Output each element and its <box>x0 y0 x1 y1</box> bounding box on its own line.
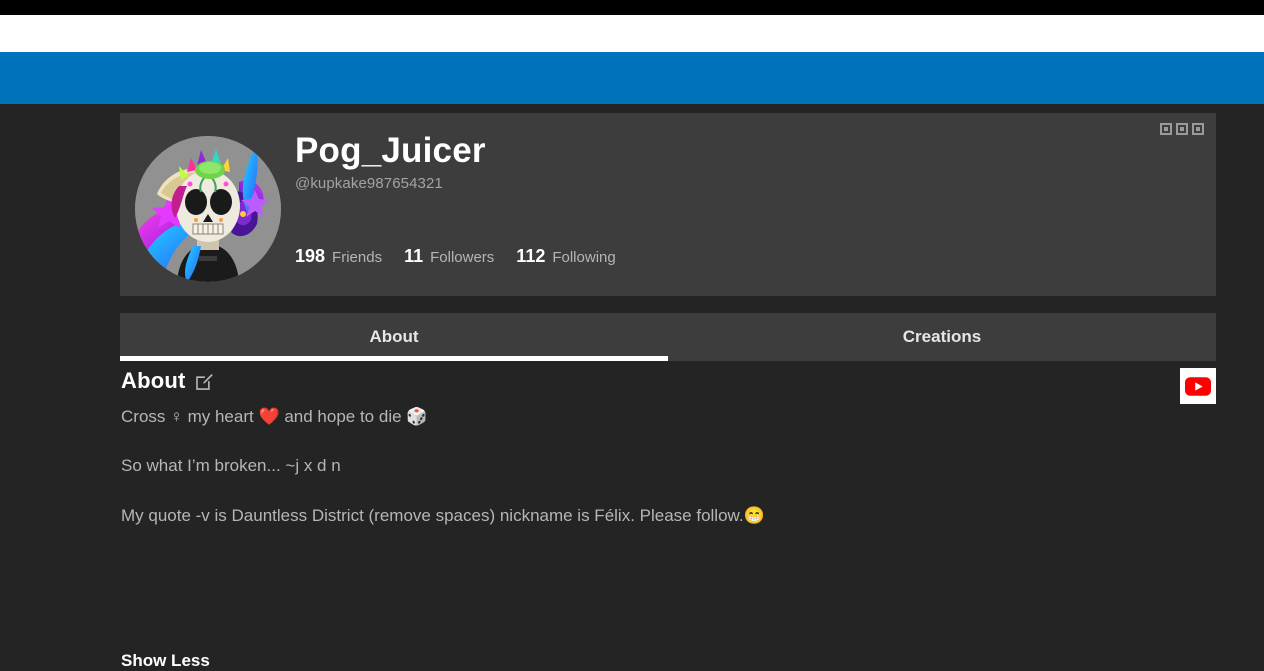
profile-stats: 198 Friends 11 Followers 112 Following <box>295 246 616 267</box>
avatar[interactable] <box>135 136 281 282</box>
edit-pencil-icon[interactable] <box>195 372 214 391</box>
stat-friends-value: 198 <box>295 246 326 266</box>
tab-creations[interactable]: Creations <box>668 313 1216 361</box>
browser-toolbar <box>0 15 1264 52</box>
stat-followers-value: 11 <box>404 246 424 266</box>
site-header-bar: ku <box>0 52 1264 135</box>
more-options-icon[interactable] <box>1160 123 1204 135</box>
profile-handle: @kupkake987654321 <box>295 175 443 193</box>
stat-followers[interactable]: 11 Followers <box>404 246 494 267</box>
more-options-dot-1 <box>1160 123 1172 135</box>
youtube-icon <box>1185 376 1211 396</box>
profile-card: Pog_Juicer @kupkake987654321 198 Friends… <box>120 113 1216 296</box>
tab-about-label: About <box>369 327 419 346</box>
stat-following-value: 112 <box>516 246 546 266</box>
tab-creations-label: Creations <box>902 327 982 346</box>
avatar-image <box>135 136 281 282</box>
about-line-2: So what I’m broken... ~j x d n <box>121 456 341 476</box>
stat-following-label: Following <box>552 249 616 266</box>
stat-friends[interactable]: 198 Friends <box>295 246 382 267</box>
youtube-link[interactable] <box>1180 368 1216 404</box>
stat-followers-label: Followers <box>430 249 495 266</box>
page-title: Pog_Juicer <box>295 131 486 170</box>
profile-tabs: About Creations <box>120 313 1216 361</box>
tab-about[interactable]: About <box>120 313 668 361</box>
about-heading-row: About <box>121 368 214 394</box>
about-line-3: My quote -v is Dauntless District (remov… <box>121 505 765 525</box>
about-line-1: Cross ♀ my heart ❤️ and hope to die 🎲 <box>121 407 428 426</box>
identity-block: Pog_Juicer @kupkake987654321 <box>295 131 486 192</box>
more-options-dot-3 <box>1192 123 1204 135</box>
more-options-dot-2 <box>1176 123 1188 135</box>
stat-following[interactable]: 112 Following <box>516 246 615 267</box>
page-content: Pog_Juicer @kupkake987654321 198 Friends… <box>0 104 1264 670</box>
about-heading: About <box>121 368 186 393</box>
show-less-button[interactable]: Show Less <box>121 651 210 671</box>
browser-titlebar <box>0 0 1264 15</box>
stat-friends-label: Friends <box>332 249 383 266</box>
about-text: Cross ♀ my heart ❤️ and hope to die 🎲 So… <box>121 406 1141 526</box>
